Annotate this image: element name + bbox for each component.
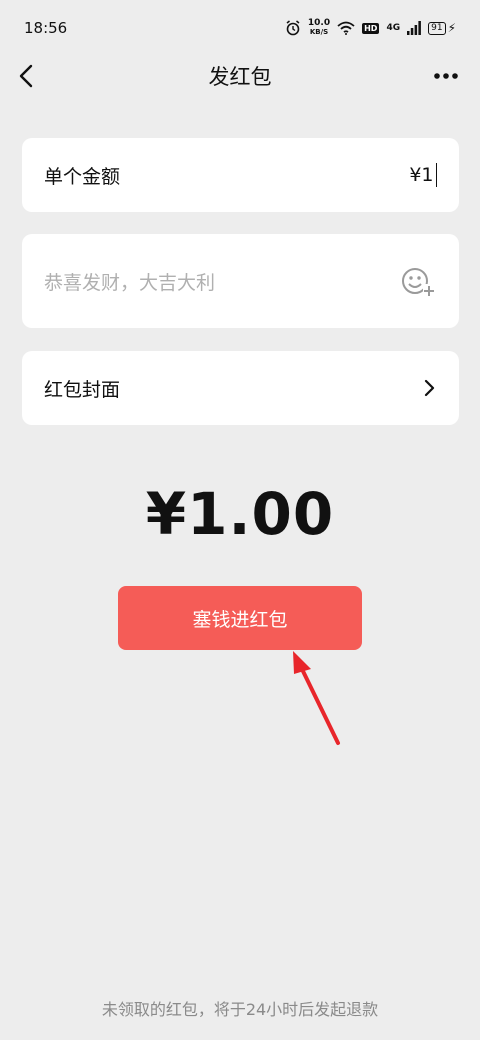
- send-red-packet-button[interactable]: 塞钱进红包: [118, 586, 362, 650]
- net-speed-unit: KB/S: [309, 28, 329, 36]
- battery-indicator: 91 ⚡: [428, 21, 456, 35]
- net-speed: 10.0 KB/S: [308, 19, 330, 37]
- status-bar: 18:56 10.0 KB/S HD 4G 91 ⚡: [0, 0, 480, 56]
- battery-level: 91: [428, 21, 446, 35]
- refund-notice: 未领取的红包，将于24小时后发起退款: [101, 1000, 379, 1019]
- text-cursor: [435, 163, 437, 187]
- amount-input-row[interactable]: 单个金额 ¥1: [22, 138, 459, 212]
- amount-input[interactable]: ¥1: [409, 163, 437, 187]
- signal-icon: [407, 21, 422, 35]
- net-speed-value: 10.0: [307, 18, 331, 28]
- chevron-right-icon: [424, 379, 435, 397]
- amount-value: ¥1: [409, 164, 434, 186]
- total-amount: ¥1.00: [145, 480, 335, 548]
- more-icon: [434, 73, 458, 79]
- back-icon[interactable]: [14, 60, 44, 92]
- network-type: 4G: [386, 23, 401, 33]
- amount-label: 单个金额: [44, 165, 121, 188]
- annotation-arrow-icon: [293, 651, 340, 745]
- status-icons: 10.0 KB/S HD 4G 91 ⚡: [285, 19, 456, 37]
- wifi-icon: [337, 21, 355, 35]
- page-title: 发红包: [208, 65, 272, 89]
- hd-badge: HD: [362, 22, 380, 34]
- greeting-input-row[interactable]: 恭喜发财，大吉大利: [22, 234, 459, 328]
- cover-label: 红包封面: [44, 378, 121, 401]
- cover-row[interactable]: 红包封面: [22, 351, 459, 425]
- status-time: 18:56: [24, 19, 68, 37]
- emoji-add-icon[interactable]: [399, 264, 437, 298]
- alarm-icon: [286, 20, 300, 36]
- charging-icon: ⚡: [447, 21, 456, 35]
- greeting-input[interactable]: 恭喜发财，大吉大利: [44, 268, 215, 295]
- more-options-button[interactable]: [430, 62, 462, 90]
- nav-bar: 发红包: [0, 56, 480, 96]
